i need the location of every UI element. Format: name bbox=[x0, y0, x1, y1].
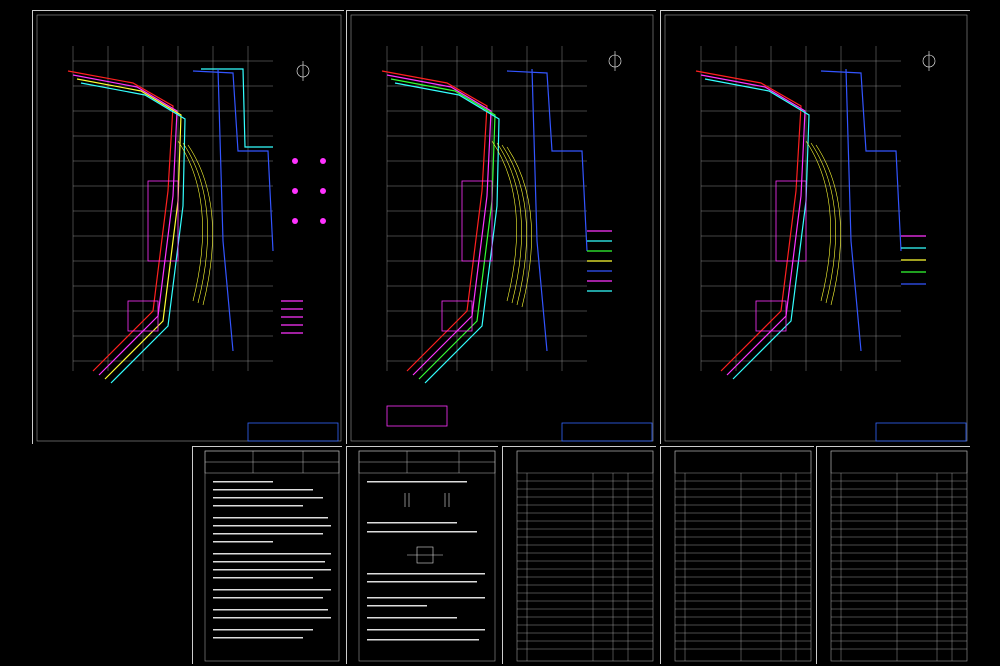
drawing-sheet-plan-2 bbox=[346, 10, 657, 445]
drawing-sheet-plan-3 bbox=[660, 10, 971, 445]
plan-3-drawing bbox=[661, 11, 971, 445]
drawing-sheet-notes-2 bbox=[346, 446, 499, 665]
table-3-drawing bbox=[817, 447, 971, 665]
notes-2-drawing bbox=[347, 447, 499, 665]
drawing-sheet-table-3 bbox=[816, 446, 971, 665]
drawing-sheet-notes-1 bbox=[192, 446, 343, 665]
drawing-sheet-table-2 bbox=[660, 446, 815, 665]
notes-1-drawing bbox=[193, 447, 343, 665]
drawing-sheet-plan-1 bbox=[32, 10, 345, 445]
table-1-drawing bbox=[503, 447, 657, 665]
plan-2-drawing bbox=[347, 11, 657, 445]
drawing-sheet-table-1 bbox=[502, 446, 657, 665]
plan-1-drawing bbox=[33, 11, 345, 445]
table-2-drawing bbox=[661, 447, 815, 665]
